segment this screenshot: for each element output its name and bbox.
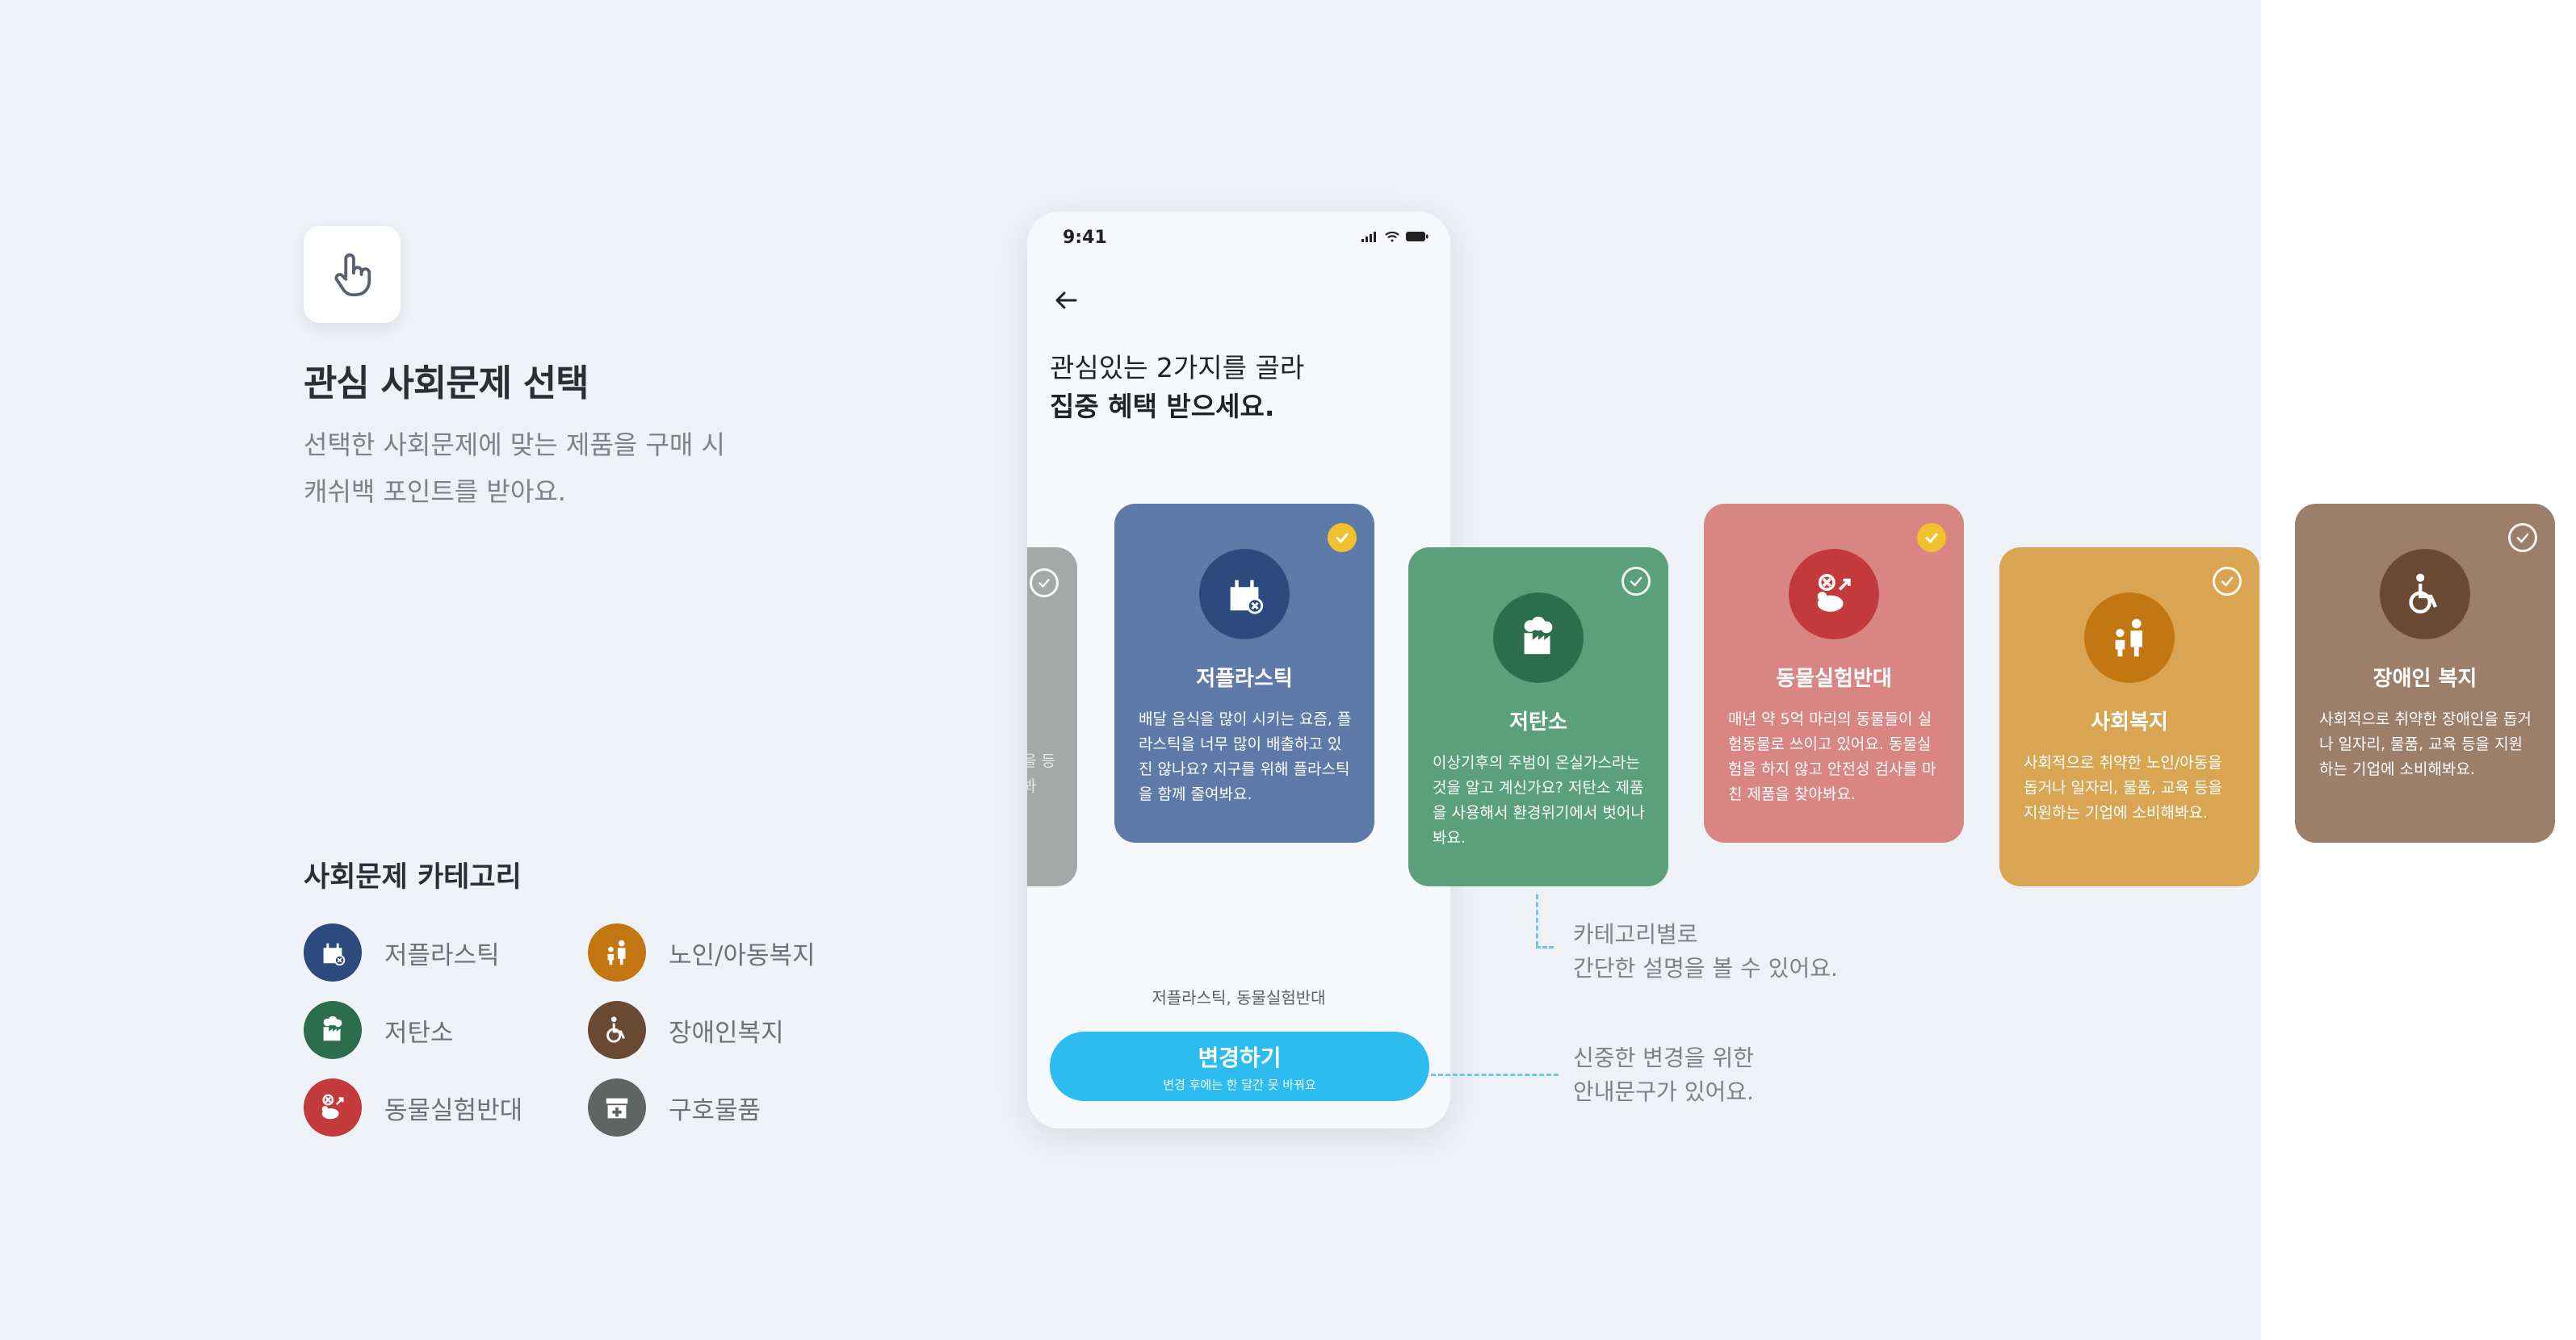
pointer-hand-icon-box — [304, 226, 401, 323]
headline-line1: 관심있는 2가지를 골라 — [1050, 352, 1305, 383]
legend-label-welfare: 노인/아동복지 — [669, 940, 816, 970]
legend-item-welfare: 노인/아동복지 — [588, 923, 816, 982]
card-title: 저플라스틱 — [1196, 667, 1293, 691]
status-time: 9:41 — [1063, 228, 1107, 248]
annotation-button-line1: 신중한 변경을 위한 — [1573, 1045, 1754, 1071]
legend-item-carbon: 저탄소 — [304, 1000, 454, 1060]
family-icon — [588, 923, 646, 982]
relief-card-partial[interactable]: 을 등 봐 — [1027, 547, 1077, 886]
selected-categories-text: 저플라스틱, 동물실험반대 — [1152, 988, 1326, 1007]
headline-line2: 집중 혜택 받으세요. — [1050, 391, 1275, 422]
annotation-connector-card — [1536, 894, 1538, 946]
back-arrow-icon[interactable] — [1050, 284, 1082, 316]
legend-label-animal: 동물실험반대 — [384, 1095, 523, 1125]
plastic-bag-icon — [304, 923, 362, 982]
change-button-label: 변경하기 — [1198, 1044, 1282, 1071]
category-card-disability[interactable]: 장애인 복지 사회적으로 취약한 장애인을 돕거나 일자리, 물품, 교육 등을… — [2295, 504, 2555, 843]
legend-label-relief: 구호물품 — [669, 1095, 761, 1125]
card-description: 매년 약 5억 마리의 동물들이 실험동물로 쓰이고 있어요. 동물실험을 하지… — [1728, 710, 1936, 803]
legend-item-relief: 구호물품 — [588, 1078, 761, 1137]
phone-headline: 관심있는 2가지를 골라 집중 혜택 받으세요. — [1050, 349, 1304, 426]
annotation-connector-card-end — [1536, 946, 1554, 948]
page-description-line1: 선택한 사회문제에 맞는 제품을 구매 시 — [304, 429, 725, 460]
annotation-card-description: 카테고리별로 간단한 설명을 볼 수 있어요. — [1573, 918, 1838, 986]
mouse-icon — [1789, 549, 1879, 639]
battery-icon — [1406, 232, 1429, 241]
wheelchair-icon — [588, 1001, 646, 1059]
page-title: 관심 사회문제 선택 — [304, 362, 589, 404]
page-description: 선택한 사회문제에 맞는 제품을 구매 시 캐쉬백 포인트를 받아요. — [304, 421, 820, 515]
card-title: 장애인 복지 — [2373, 667, 2477, 691]
legend-item-animal: 동물실험반대 — [304, 1078, 522, 1137]
category-card-welfare[interactable]: 사회복지 사회적으로 취약한 노인/아동을 돕거나 일자리, 물품, 교육 등을… — [1999, 547, 2259, 886]
card-title: 사회복지 — [2091, 710, 2168, 735]
legend-item-disability: 장애인복지 — [588, 1000, 784, 1060]
relief-card-partial-text: 을 등 봐 — [1027, 752, 1055, 795]
pointer-hand-icon — [334, 253, 371, 297]
change-button-notice: 변경 후에는 한 달간 못 바꿔요 — [1163, 1077, 1316, 1092]
check-icon — [2508, 523, 2537, 552]
check-icon — [2213, 567, 2242, 596]
factory-icon — [304, 1001, 362, 1059]
category-legend-title: 사회문제 카테고리 — [304, 861, 522, 894]
factory-icon — [1493, 593, 1584, 683]
legend-label-carbon: 저탄소 — [384, 1018, 454, 1048]
legend-label-disability: 장애인복지 — [669, 1018, 784, 1048]
relief-box-icon — [588, 1078, 646, 1137]
card-description: 사회적으로 취약한 장애인을 돕거나 일자리, 물품, 교육 등을 지원하는 기… — [2319, 710, 2532, 778]
plastic-bag-icon — [1199, 549, 1290, 639]
status-icons — [1361, 231, 1429, 242]
annotation-card-line2: 간단한 설명을 볼 수 있어요. — [1573, 955, 1838, 982]
check-icon — [1328, 523, 1357, 552]
card-description: 이상기후의 주범이 온실가스라는 것을 알고 계신가요? 저탄소 제품을 사용해… — [1433, 754, 1645, 847]
legend-item-plastic: 저플라스틱 — [304, 923, 500, 982]
check-icon — [1917, 523, 1946, 552]
annotation-button-notice: 신중한 변경을 위한 안내문구가 있어요. — [1573, 1041, 1754, 1109]
annotation-button-line2: 안내문구가 있어요. — [1573, 1078, 1754, 1105]
signal-icon — [1361, 232, 1376, 242]
card-description: 사회적으로 취약한 노인/아동을 돕거나 일자리, 물품, 교육 등을 지원하는… — [2024, 754, 2222, 822]
annotation-connector-button — [1431, 1074, 1559, 1076]
wheelchair-icon — [2380, 549, 2470, 639]
legend-label-plastic: 저플라스틱 — [384, 940, 500, 970]
category-card-animal[interactable]: 동물실험반대 매년 약 5억 마리의 동물들이 실험동물로 쓰이고 있어요. 동… — [1704, 504, 1964, 843]
card-description: 배달 음식을 많이 시키는 요즘, 플라스틱을 너무 많이 배출하고 있진 않나… — [1139, 710, 1352, 803]
wifi-icon — [1385, 231, 1399, 242]
change-button[interactable]: 변경하기 변경 후에는 한 달간 못 바꿔요 — [1050, 1032, 1429, 1101]
mouse-icon — [304, 1078, 362, 1137]
check-icon — [1030, 568, 1059, 597]
card-title: 동물실험반대 — [1776, 667, 1892, 691]
page-description-line2: 캐쉬백 포인트를 받아요. — [304, 476, 566, 507]
check-icon — [1622, 567, 1651, 596]
category-card-plastic[interactable]: 저플라스틱 배달 음식을 많이 시키는 요즘, 플라스틱을 너무 많이 배출하고… — [1114, 504, 1374, 843]
category-card-carbon[interactable]: 저탄소 이상기후의 주범이 온실가스라는 것을 알고 계신가요? 저탄소 제품을… — [1408, 547, 1668, 886]
annotation-card-line1: 카테고리별로 — [1573, 921, 1698, 948]
family-icon — [2084, 593, 2175, 683]
card-title: 저탄소 — [1509, 710, 1567, 735]
